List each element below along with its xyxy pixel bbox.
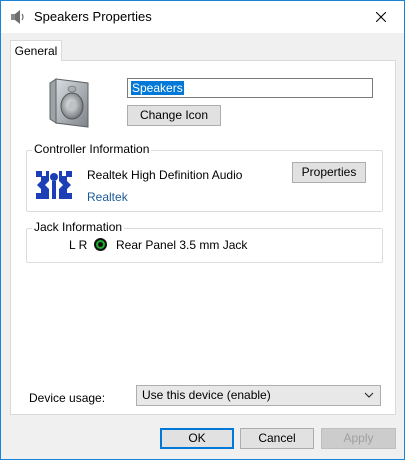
properties-button[interactable]: Properties (292, 162, 366, 183)
speaker-icon (49, 78, 89, 128)
change-icon-button[interactable]: Change Icon (127, 105, 221, 126)
controller-info-group: Controller Information Realtek High Defi… (26, 142, 383, 212)
close-icon (376, 11, 386, 22)
controller-info-label: Controller Information (32, 142, 152, 156)
cancel-button[interactable]: Cancel (240, 428, 314, 449)
speaker-icon (11, 10, 24, 24)
controller-name: Realtek High Definition Audio (87, 168, 243, 182)
general-tab-panel: Speakers Change Icon Controller Informat… (10, 60, 396, 415)
device-name-input[interactable]: Speakers (127, 78, 373, 98)
jack-channels: L R (69, 238, 88, 252)
properties-window: Speakers Properties General Speakers Cha… (0, 0, 405, 460)
apply-button[interactable]: Apply (321, 428, 396, 449)
chevron-down-icon (364, 392, 374, 398)
realtek-logo (36, 171, 72, 199)
tab-general[interactable]: General (10, 40, 62, 61)
jack-description: Rear Panel 3.5 mm Jack (116, 238, 248, 252)
title-bar[interactable]: Speakers Properties (1, 1, 404, 33)
device-usage-select[interactable]: Use this device (enable) (136, 385, 381, 406)
close-button[interactable] (358, 1, 404, 32)
device-usage-value: Use this device (enable) (142, 388, 271, 402)
jack-info-label: Jack Information (32, 220, 125, 234)
window-title: Speakers Properties (34, 9, 152, 24)
dialog-client: General Speakers Change Icon Controller … (1, 33, 404, 459)
controller-vendor: Realtek (87, 190, 128, 204)
jack-color-icon (94, 238, 107, 251)
device-name-text: Speakers (131, 81, 184, 95)
jack-info-group: Jack Information L R Rear Panel 3.5 mm J… (26, 220, 383, 263)
ok-button[interactable]: OK (160, 428, 234, 449)
device-usage-label: Device usage: (29, 391, 106, 405)
